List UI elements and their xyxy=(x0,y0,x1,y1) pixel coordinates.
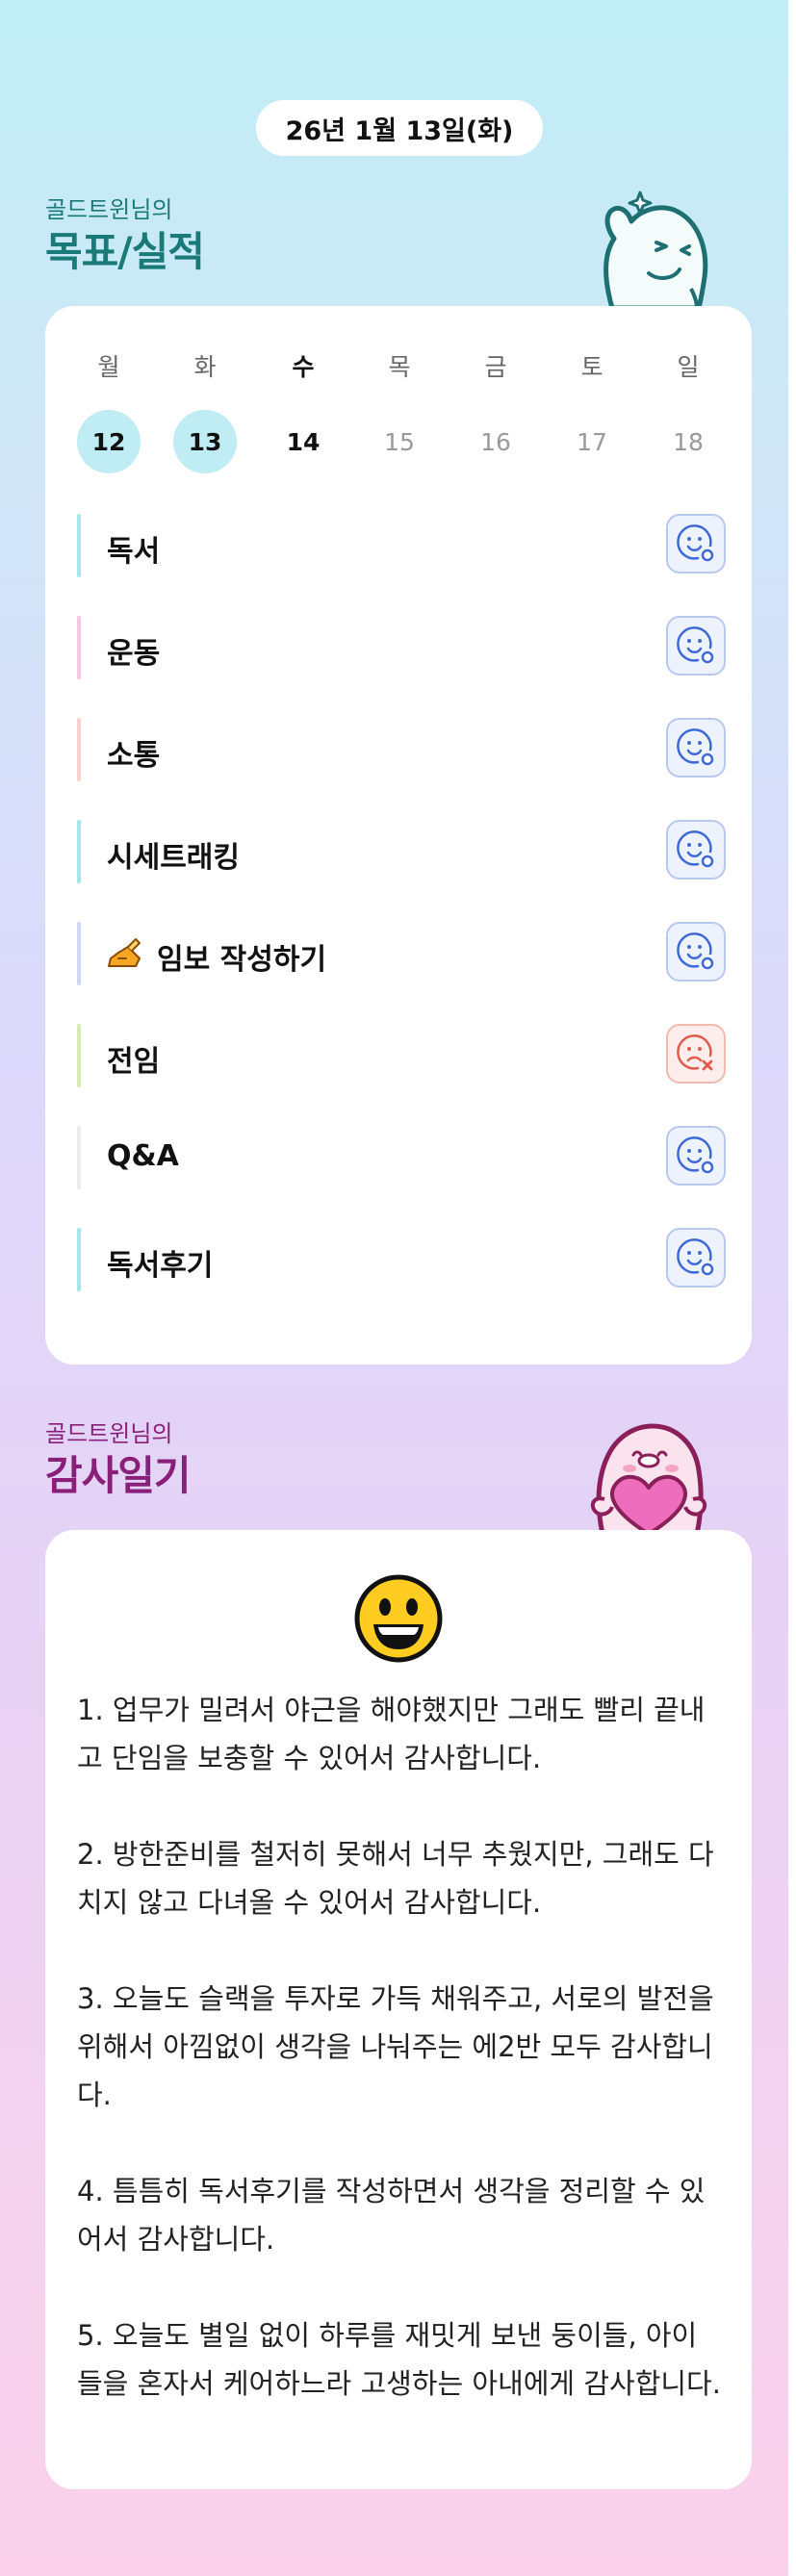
goal-label: 소통 xyxy=(107,739,161,773)
face-smile-icon xyxy=(677,830,714,868)
face-fail-icon xyxy=(677,1034,713,1071)
face-smile-icon xyxy=(677,626,714,664)
day-label: 목 xyxy=(388,353,411,381)
writing-hand-icon xyxy=(108,938,141,967)
goal-status-button[interactable] xyxy=(666,718,726,778)
goals-title: 목표/실적 xyxy=(45,228,205,275)
day-label: 화 xyxy=(193,353,217,381)
goal-label: 임보 작성하기 xyxy=(157,943,327,977)
right-edge xyxy=(788,0,796,2576)
day-date: 15 xyxy=(384,427,415,456)
goal-status-button[interactable] xyxy=(666,1228,726,1288)
goal-status-button[interactable] xyxy=(666,514,726,574)
day-date: 18 xyxy=(673,427,704,456)
gratitude-item: 1. 업무가 밀려서 야근을 해야했지만 그래도 빨리 끝내고 단임을 보충할 … xyxy=(77,1694,706,1774)
goal-status-button[interactable] xyxy=(666,922,726,982)
goal-color-bar xyxy=(77,718,81,781)
goal-row[interactable]: 시세트래킹 xyxy=(77,820,732,883)
goal-status-button[interactable] xyxy=(666,1126,726,1186)
day-date: 14 xyxy=(286,427,321,456)
mascot-heart-icon xyxy=(590,1423,707,1534)
goal-status-button[interactable] xyxy=(666,820,726,880)
gratitude-title: 감사일기 xyxy=(45,1452,192,1499)
day-date: 16 xyxy=(480,427,511,456)
goal-color-bar xyxy=(77,616,81,679)
mascot-thumbs-up-icon xyxy=(603,191,708,308)
goal-label: 독서 xyxy=(107,535,161,569)
day-label: 수 xyxy=(292,353,315,381)
goal-status-button[interactable] xyxy=(666,616,726,676)
goal-row[interactable]: 운동 xyxy=(77,616,732,679)
gratitude-card: 1. 업무가 밀려서 야근을 해야했지만 그래도 빨리 끝내고 단임을 보충할 … xyxy=(45,1530,752,2489)
goal-label: Q&A xyxy=(107,1139,179,1173)
gratitude-text: 1. 업무가 밀려서 야근을 해야했지만 그래도 빨리 끝내고 단임을 보충할 … xyxy=(77,1686,722,2408)
day-label: 토 xyxy=(580,353,603,381)
gratitude-item: 3. 오늘도 슬랙을 투자로 가득 채워주고, 서로의 발전을 위해서 아낌없이… xyxy=(77,1982,714,2111)
goal-row[interactable]: 전임 xyxy=(77,1024,732,1087)
goal-color-bar xyxy=(77,1126,81,1189)
day-label: 월 xyxy=(97,353,120,381)
goal-color-bar xyxy=(77,1228,81,1291)
goal-row[interactable]: 소통 xyxy=(77,718,732,781)
face-smile-icon xyxy=(677,728,714,766)
face-smile-icon xyxy=(677,1238,714,1276)
goals-card: 월 12 화 13 수 14 목 15 금 16 토 17 일 18 독서 운동… xyxy=(45,306,752,1365)
day-date: 13 xyxy=(173,410,237,473)
goal-label: 운동 xyxy=(107,637,161,671)
day-date: 17 xyxy=(577,427,607,456)
date-pill[interactable]: 26년 1월 13일(화) xyxy=(256,100,543,156)
goal-label: 독서후기 xyxy=(107,1249,214,1283)
gratitude-item: 2. 방한준비를 철저히 못해서 너무 추웠지만, 그래도 다치지 않고 다녀올… xyxy=(77,1838,714,1919)
day-label: 금 xyxy=(484,353,507,381)
goal-label: 시세트래킹 xyxy=(107,841,240,875)
goal-color-bar xyxy=(77,922,81,985)
gratitude-item: 4. 틈틈히 독서후기를 작성하면서 생각을 정리할 수 있어서 감사합니다. xyxy=(77,2175,706,2256)
gratitude-item: 5. 오늘도 별일 없이 하루를 재밋게 보낸 둥이들, 아이들을 혼자서 케어… xyxy=(77,2319,721,2400)
goal-row[interactable]: 임보 작성하기 xyxy=(77,922,732,985)
goal-row[interactable]: Q&A xyxy=(77,1126,732,1189)
face-smile-icon xyxy=(677,932,714,970)
goal-color-bar xyxy=(77,1024,81,1087)
grinning-face-icon xyxy=(354,1574,443,1663)
goal-color-bar xyxy=(77,820,81,883)
page: 26년 1월 13일(화) 골드트윈님의 목표/실적 월 12 화 13 수 1… xyxy=(0,0,796,2576)
face-smile-icon xyxy=(677,524,714,562)
goal-row[interactable]: 독서 xyxy=(77,514,732,577)
day-date: 12 xyxy=(77,410,141,473)
goal-row[interactable]: 독서후기 xyxy=(77,1228,732,1291)
goal-status-button[interactable] xyxy=(666,1024,726,1084)
goal-color-bar xyxy=(77,514,81,577)
face-smile-icon xyxy=(677,1136,714,1174)
day-label: 일 xyxy=(677,353,700,381)
goal-label: 전임 xyxy=(107,1045,161,1079)
